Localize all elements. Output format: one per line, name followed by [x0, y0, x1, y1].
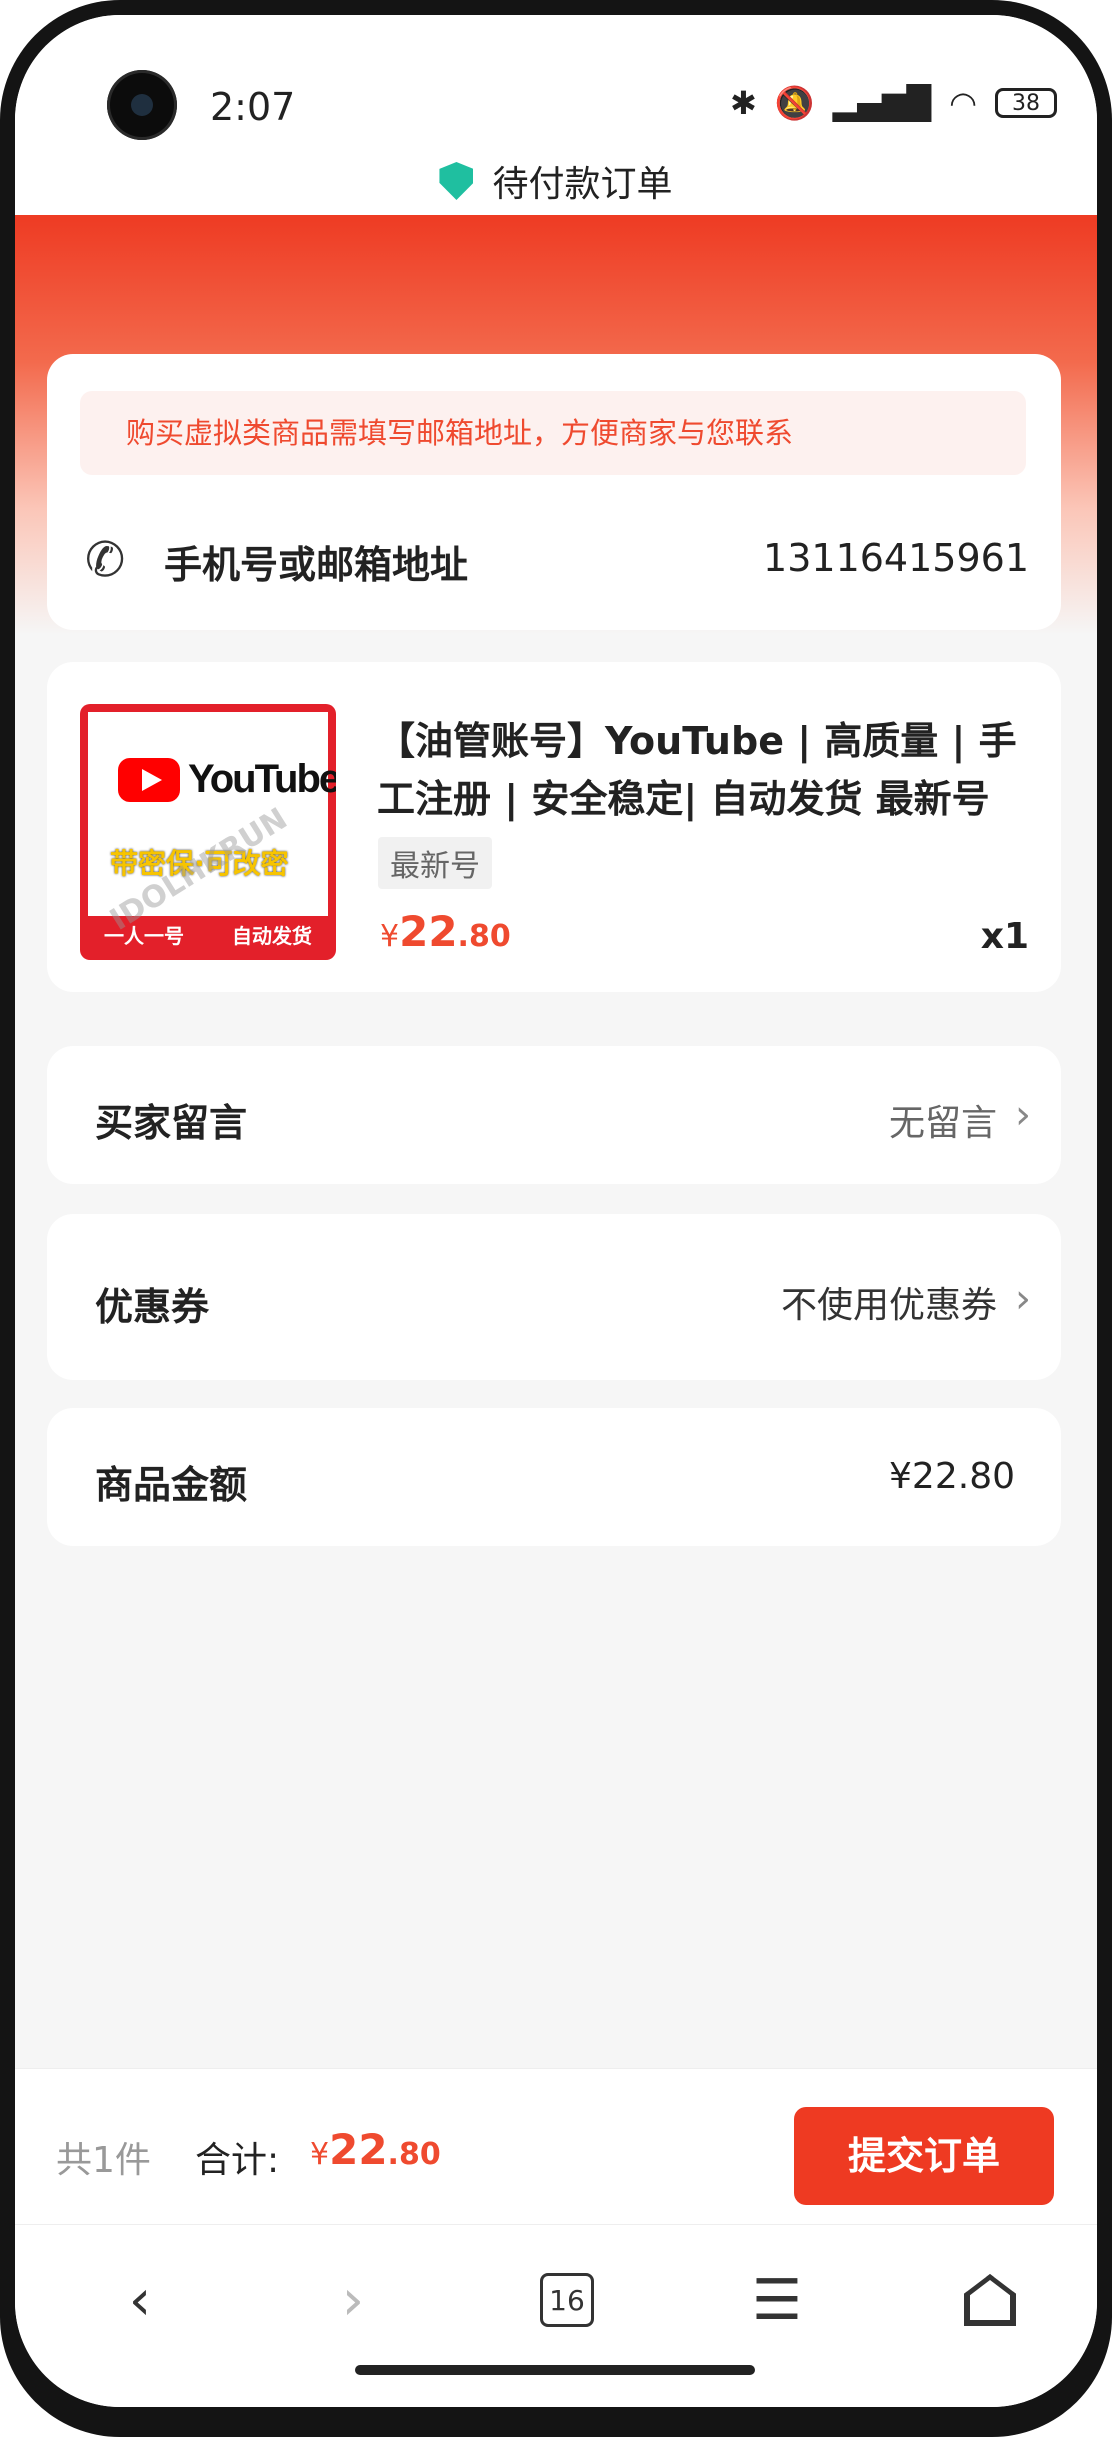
amount-row: 商品金额 ¥22.80 — [47, 1408, 1061, 1546]
back-icon[interactable]: ‹ — [100, 2260, 180, 2340]
menu-icon[interactable]: ☰ — [737, 2260, 817, 2340]
chevron-right-icon: › — [1015, 1276, 1031, 1322]
tab-count: 16 — [540, 2273, 594, 2327]
buyer-message-value: 无留言 — [888, 1103, 997, 1144]
thumbnail-footer: 一人一号 自动发货 — [80, 920, 336, 949]
shield-icon — [439, 162, 474, 200]
amount-value: ¥22.80 — [889, 1456, 1015, 1497]
total-symbol: ¥ — [310, 2137, 330, 2172]
status-bar: 2:07 ✱ 🔕 ▂▄▆█ ◠ 38 待付款订单 — [15, 15, 1097, 215]
price-decimal: .80 — [457, 919, 511, 954]
product-price: ¥22.80 — [380, 907, 511, 956]
contact-input[interactable]: 13116415961 — [763, 536, 1029, 580]
total-price: ¥22.80 — [310, 2125, 441, 2174]
coupon-label: 优惠券 — [95, 1285, 210, 1329]
coupon-value: 不使用优惠券 — [780, 1285, 997, 1326]
coupon-row[interactable]: 优惠券 不使用优惠券 › — [47, 1214, 1061, 1380]
wifi-icon: ◠ — [949, 84, 978, 122]
page-header: 待付款订单 — [15, 155, 1097, 207]
product-quantity: x1 — [980, 916, 1029, 957]
product-card[interactable]: YouTube 带密保·可改密 IDOLHKRUN 一人一号 自动发货 【油管账… — [47, 662, 1061, 992]
contact-label: 手机号或邮箱地址 — [164, 543, 469, 587]
total-decimal: .80 — [387, 2137, 441, 2172]
total-label: 合计: — [195, 2140, 280, 2181]
amount-label: 商品金额 — [95, 1463, 248, 1507]
checkout-bar: 共1件 合计: ¥22.80 提交订单 — [15, 2068, 1097, 2224]
play-icon — [118, 757, 180, 802]
product-thumbnail: YouTube 带密保·可改密 IDOLHKRUN 一人一号 自动发货 — [80, 704, 336, 960]
forward-icon[interactable]: › — [313, 2260, 393, 2340]
bluetooth-icon: ✱ — [730, 84, 757, 122]
front-camera — [107, 70, 177, 140]
thumbnail-footer-right: 自动发货 — [232, 924, 312, 948]
thumbnail-panel: YouTube 带密保·可改密 IDOLHKRUN — [88, 712, 336, 938]
buyer-message-row[interactable]: 买家留言 无留言 › — [47, 1046, 1061, 1184]
home-shape — [964, 2274, 1016, 2326]
hd-signal-icon: ▂▄▆█ — [832, 84, 932, 122]
total-integer: 22 — [329, 2125, 388, 2174]
phone-icon: ✆ — [85, 532, 126, 588]
product-title: 【油管账号】YouTube | 高质量 | 手工注册 | 安全稳定| 自动发货 … — [377, 719, 1017, 821]
price-symbol: ¥ — [380, 919, 400, 954]
youtube-wordmark: YouTube — [188, 757, 336, 801]
buyer-message-label: 买家留言 — [95, 1101, 248, 1145]
item-count: 共1件 — [56, 2140, 151, 2181]
price-integer: 22 — [399, 907, 458, 956]
tabs-button[interactable]: 16 — [527, 2260, 607, 2340]
contact-card: 购买虚拟类商品需填写邮箱地址，方便商家与您联系 ✆ 手机号或邮箱地址 13116… — [47, 354, 1061, 630]
battery-icon: 38 — [995, 88, 1058, 118]
youtube-logo: YouTube — [118, 757, 336, 802]
screen: 2:07 ✱ 🔕 ▂▄▆█ ◠ 38 待付款订单 购买虚拟类商品需填写邮箱地址，… — [15, 15, 1097, 2407]
home-icon[interactable] — [950, 2260, 1030, 2340]
browser-toolbar: ‹ › 16 ☰ — [15, 2224, 1097, 2407]
mute-icon: 🔕 — [774, 84, 815, 122]
variant-tag: 最新号 — [378, 837, 492, 889]
thumbnail-footer-left: 一人一号 — [104, 924, 184, 948]
status-icons: ✱ 🔕 ▂▄▆█ ◠ 38 — [730, 84, 1058, 122]
email-notice: 购买虚拟类商品需填写邮箱地址，方便商家与您联系 — [80, 391, 1026, 475]
submit-order-button[interactable]: 提交订单 — [794, 2107, 1054, 2205]
device-frame: 2:07 ✱ 🔕 ▂▄▆█ ◠ 38 待付款订单 购买虚拟类商品需填写邮箱地址，… — [0, 0, 1112, 2437]
status-time: 2:07 — [210, 85, 296, 129]
home-indicator[interactable] — [355, 2365, 755, 2375]
page-title: 待付款订单 — [492, 164, 673, 205]
chevron-right-icon: › — [1015, 1092, 1031, 1138]
